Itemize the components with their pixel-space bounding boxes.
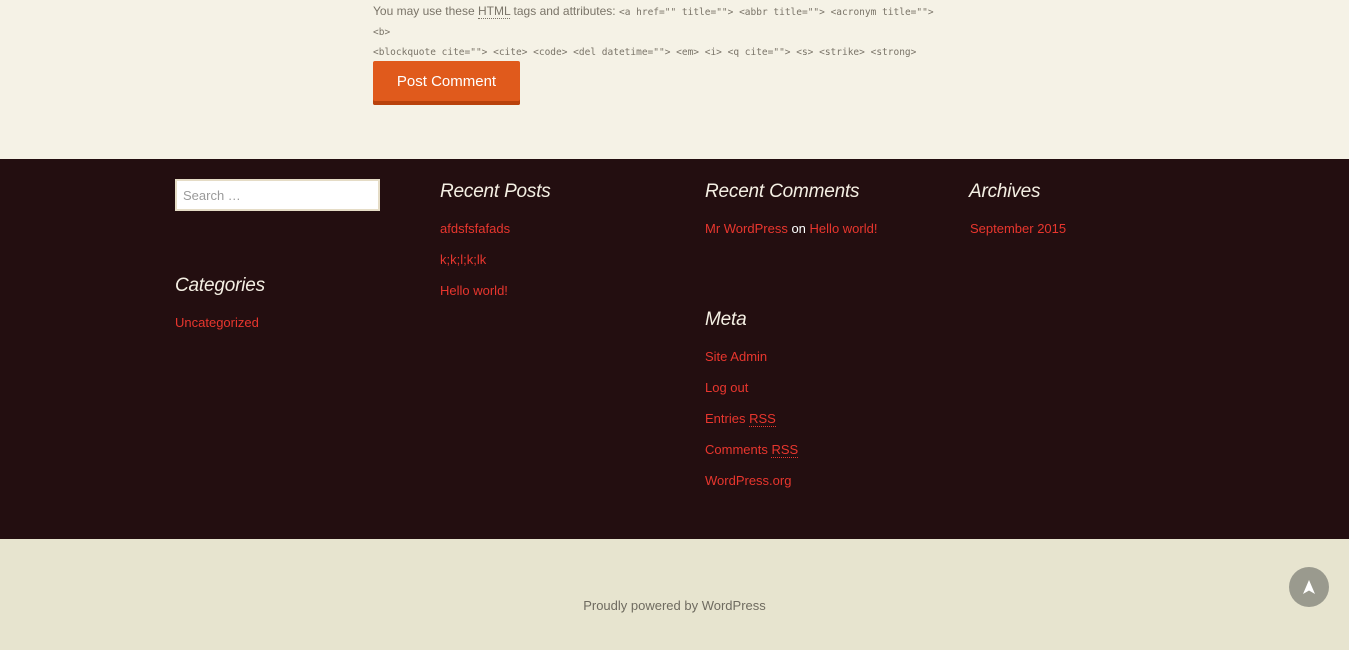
comment-post-link[interactable]: Hello world! <box>810 221 878 236</box>
rss-abbr: RSS <box>749 411 776 427</box>
recent-comments-title: Recent Comments <box>705 181 860 202</box>
arrow-up-icon <box>1303 580 1315 594</box>
allowed-tags-note: You may use these HTML tags and attribut… <box>373 2 953 62</box>
recent-post-link[interactable]: afdsfsfafads <box>440 221 510 236</box>
recent-post-link[interactable]: k;k;l;k;lk <box>440 252 486 267</box>
footer-widgets <box>0 159 1349 539</box>
wordpress-org-link[interactable]: WordPress.org <box>705 473 791 488</box>
recent-posts-title: Recent Posts <box>440 181 551 202</box>
comment-author-link[interactable]: Mr WordPress <box>705 221 788 236</box>
meta-title: Meta <box>705 309 747 330</box>
search-input[interactable] <box>175 179 380 211</box>
category-link-uncategorized[interactable]: Uncategorized <box>175 315 259 330</box>
categories-title: Categories <box>175 275 265 296</box>
back-to-top-button[interactable] <box>1289 567 1329 607</box>
rss-abbr: RSS <box>771 442 799 458</box>
comments-rss-link[interactable]: Comments RSS <box>705 442 799 458</box>
entries-label: Entries <box>705 411 746 426</box>
credit-link[interactable]: Proudly powered by WordPress <box>583 598 766 613</box>
site-info-bar <box>0 539 1349 650</box>
allowed-tags-intro: You may use these <box>373 4 475 18</box>
archives-title: Archives <box>969 181 1041 202</box>
comments-label: Comments <box>705 442 768 457</box>
html-abbr: HTML <box>477 4 511 19</box>
site-admin-link[interactable]: Site Admin <box>705 349 767 364</box>
recent-post-link[interactable]: Hello world! <box>440 283 508 298</box>
allowed-tags-intro-end: tags and attributes: <box>513 4 616 18</box>
allowed-tags-line2: <blockquote cite=""> <cite> <code> <del … <box>373 47 917 58</box>
post-comment-button[interactable]: Post Comment <box>373 61 520 105</box>
log-out-link[interactable]: Log out <box>705 380 748 395</box>
archive-link[interactable]: September 2015 <box>970 221 1066 236</box>
site-credit: Proudly powered by WordPress <box>0 598 1349 613</box>
comment-connector: on <box>791 221 806 236</box>
recent-comment-item: Mr WordPress on Hello world! <box>705 221 877 236</box>
entries-rss-link[interactable]: Entries RSS <box>705 411 776 427</box>
